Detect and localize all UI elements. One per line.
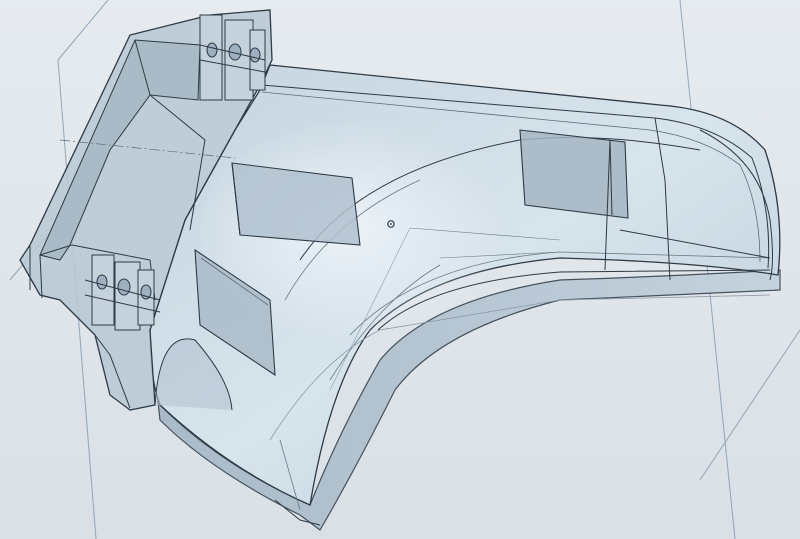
- center-point-dot: [390, 223, 392, 225]
- cad-viewport[interactable]: [0, 0, 800, 539]
- bolt-icon: [117, 278, 131, 296]
- bolt-icon: [206, 42, 218, 58]
- bolt-icon: [96, 274, 108, 290]
- bolt-icon: [249, 47, 261, 63]
- model-canvas[interactable]: [0, 0, 800, 539]
